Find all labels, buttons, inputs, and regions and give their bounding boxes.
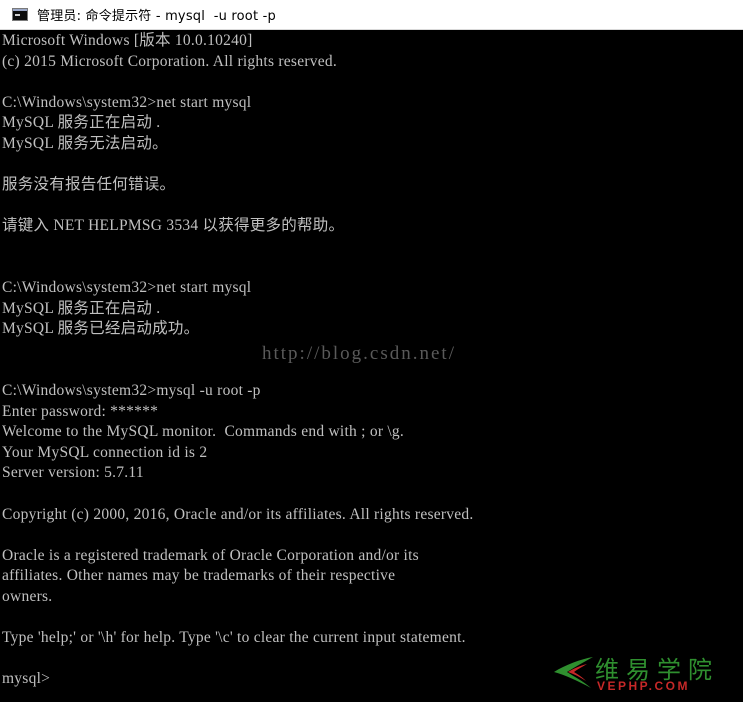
console-line: Copyright (c) 2000, 2016, Oracle and/or … (2, 505, 474, 523)
console-line: Your MySQL connection id is 2 (2, 443, 208, 461)
console-line: Server version: 5.7.11 (2, 464, 144, 482)
logo-english-text: VEPHP.COM (597, 679, 690, 693)
console-line: Microsoft Windows [版本 10.0.10240] (2, 32, 253, 49)
console-line: MySQL 服务无法启动。 (2, 134, 168, 152)
console-line: MySQL 服务已经启动成功。 (2, 320, 200, 338)
console-line: C:\Windows\system32>net start mysql (2, 279, 252, 297)
console-line: 请键入 NET HELPMSG 3534 以获得更多的帮助。 (2, 217, 345, 235)
watermark-url: http://blog.csdn.net/ (262, 343, 456, 364)
console-line: C:\Windows\system32>net start mysql (2, 93, 252, 111)
console-line: MySQL 服务正在启动 . (2, 299, 161, 317)
site-logo: 维易学院 VEPHP.COM (551, 650, 731, 694)
logo-arrow-icon (554, 657, 593, 688)
console-line: MySQL 服务正在启动 . (2, 114, 161, 132)
console-line: Enter password: ****** (2, 402, 159, 420)
console-line: Type 'help;' or '\h' for help. Type '\c'… (2, 629, 466, 647)
console-line: C:\Windows\system32>mysql -u root -p (2, 382, 261, 400)
console-line: affiliates. Other names may be trademark… (2, 567, 396, 585)
title-bar[interactable]: 管理员: 命令提示符 - mysql -u root -p (0, 0, 743, 30)
console-line: owners. (2, 588, 53, 606)
command-prompt-icon[interactable] (12, 8, 28, 21)
console-line: Welcome to the MySQL monitor. Commands e… (2, 423, 405, 441)
console-line: Oracle is a registered trademark of Orac… (2, 546, 419, 564)
command-prompt-window: 管理员: 命令提示符 - mysql -u root -p Microsoft … (0, 0, 743, 702)
console-output[interactable]: Microsoft Windows [版本 10.0.10240] (c) 201… (2, 31, 741, 702)
console-line: (c) 2015 Microsoft Corporation. All righ… (2, 52, 337, 70)
console-line: 服务没有报告任何错误。 (2, 176, 176, 194)
window-title: 管理员: 命令提示符 - mysql -u root -p (37, 9, 276, 24)
